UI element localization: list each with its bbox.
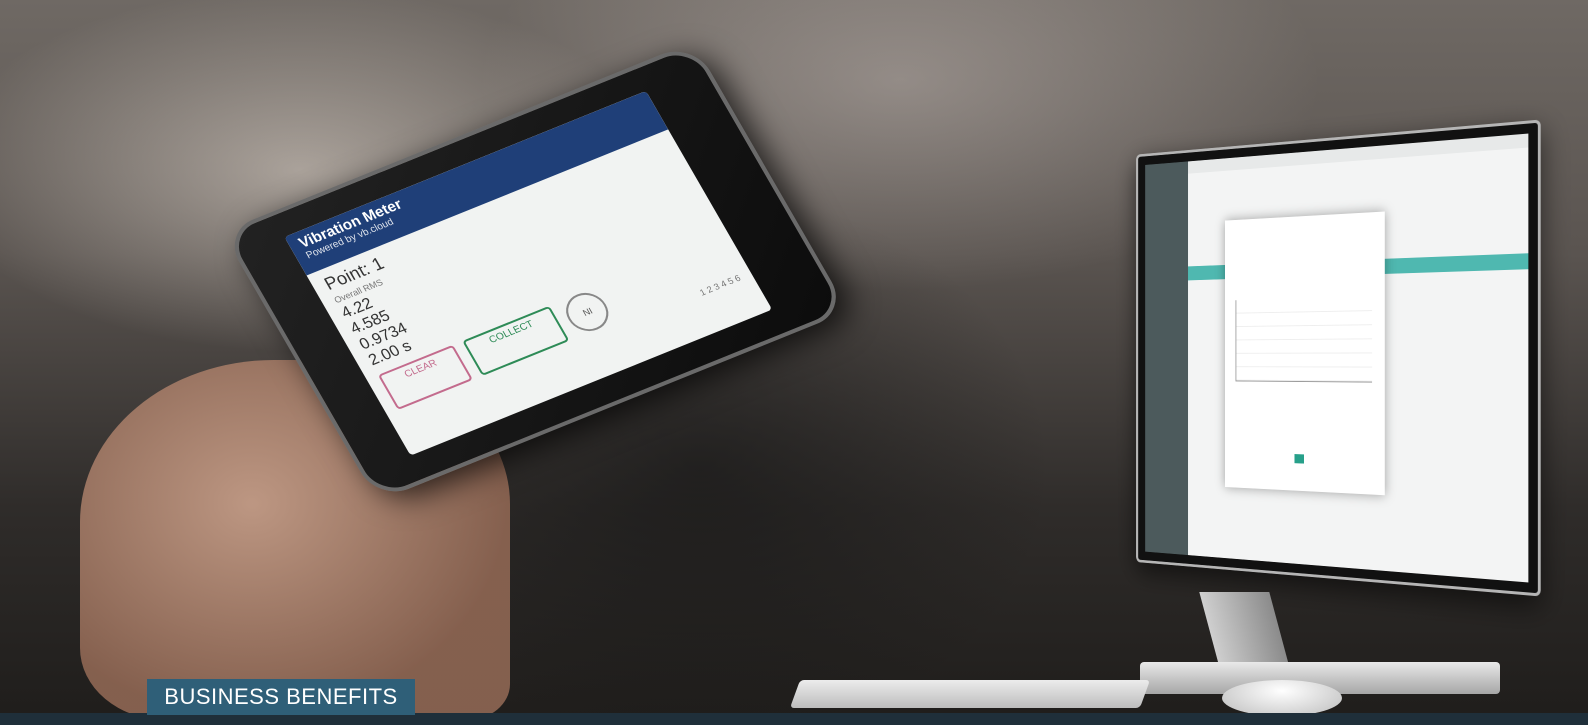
hero-photo: Vibration Meter Powered by vb.cloud Poin… — [0, 0, 1588, 725]
spectrum-chart — [1235, 296, 1373, 383]
phone-screen: Vibration Meter Powered by vb.cloud Poin… — [284, 90, 773, 456]
monitor-screen — [1145, 133, 1529, 583]
mouse — [1222, 680, 1342, 716]
modal-button — [1294, 454, 1304, 464]
monitor-modal — [1225, 211, 1385, 496]
keyboard — [789, 680, 1151, 708]
monitor — [1136, 119, 1541, 600]
monitor-frame — [1136, 119, 1541, 597]
business-benefits-label: BUSINESS BENEFITS — [164, 684, 398, 709]
monitor-stand — [1199, 592, 1291, 672]
business-benefits-tab[interactable]: BUSINESS BENEFITS — [147, 679, 415, 715]
monitor-topbar — [1188, 133, 1529, 174]
monitor-sidebar — [1145, 161, 1189, 556]
